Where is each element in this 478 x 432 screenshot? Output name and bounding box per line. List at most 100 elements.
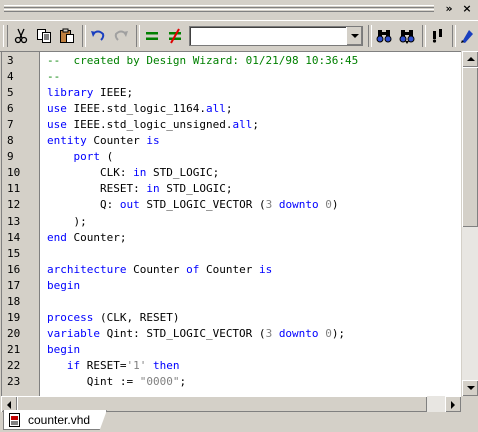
line-number: 19 <box>7 310 21 324</box>
document-tab-bar: counter.vhd <box>0 410 478 432</box>
line-number: 13 <box>7 214 21 228</box>
scroll-up-button[interactable] <box>462 51 478 67</box>
line-number: 21 <box>7 342 21 356</box>
code-line[interactable]: -- <box>47 70 60 83</box>
code-token: Counter; <box>66 230 127 244</box>
line-number: 3 <box>7 54 14 67</box>
code-token: Qint: STD_LOGIC_VECTOR ( <box>99 326 266 340</box>
code-token: ( <box>100 150 114 164</box>
code-token: all <box>232 118 253 132</box>
copy-icon[interactable] <box>33 26 55 46</box>
line-number: 9 <box>7 150 14 164</box>
compare-icon[interactable] <box>141 26 163 46</box>
code-token: if <box>66 358 81 372</box>
paste-icon[interactable] <box>56 26 78 46</box>
toolbar-separator <box>422 25 426 47</box>
scroll-down-button[interactable] <box>462 380 478 396</box>
tool-icon[interactable] <box>456 26 478 46</box>
code-line[interactable]: port ( <box>47 150 114 164</box>
code-token: is <box>258 262 273 276</box>
search-combo[interactable] <box>189 26 363 46</box>
code-line[interactable]: begin <box>47 279 80 292</box>
code-line[interactable]: architecture Counter of Counter is <box>47 263 272 276</box>
code-token: ; <box>252 118 259 132</box>
chevron-down-icon[interactable] <box>346 27 362 45</box>
code-line[interactable]: entity Counter is <box>47 134 160 147</box>
line-number: 14 <box>7 230 21 244</box>
title-grip <box>4 5 434 8</box>
code-line[interactable]: end Counter; <box>47 231 126 244</box>
code-token: begin <box>47 278 81 292</box>
code-token: architecture <box>47 262 127 276</box>
code-token: downto <box>278 198 319 212</box>
code-line[interactable]: use IEEE.std_logic_unsigned.all; <box>47 118 259 131</box>
code-line[interactable]: process (CLK, RESET) <box>47 311 179 324</box>
code-line[interactable]: RESET: in STD_LOGIC; <box>47 182 232 195</box>
code-line[interactable]: begin <box>47 343 80 356</box>
code-token: ) <box>331 198 339 212</box>
tab-counter-vhd[interactable]: counter.vhd <box>3 410 107 430</box>
vertical-scrollbar[interactable] <box>461 51 478 396</box>
vertical-scroll-thumb[interactable] <box>462 67 478 227</box>
code-token: (CLK, RESET) <box>93 310 180 324</box>
line-number: 20 <box>7 326 21 340</box>
code-token: ; <box>179 375 187 388</box>
code-token: -- <box>47 70 61 84</box>
code-token: ); <box>47 214 87 228</box>
code-line[interactable]: variable Qint: STD_LOGIC_VECTOR (3 downt… <box>47 327 345 340</box>
line-number: 11 <box>7 182 21 196</box>
bookmark-icon[interactable] <box>427 26 449 46</box>
code-token: STD_LOGIC_VECTOR ( <box>139 198 266 212</box>
code-line[interactable]: library IEEE; <box>47 86 133 99</box>
line-number: 6 <box>7 102 14 116</box>
line-number: 18 <box>7 294 21 308</box>
code-editor[interactable]: 3 4 5 6 7 8 9 10 11 12 13 14 15 16 17 18 19 20 21 22 23 -- c… <box>1 51 463 398</box>
find-next-icon[interactable] <box>396 26 418 46</box>
line-number: 8 <box>7 134 14 148</box>
code-line[interactable]: Q: out STD_LOGIC_VECTOR (3 downto 0) <box>47 198 338 211</box>
code-token: in <box>146 182 160 196</box>
line-number-gutter: 3 4 5 6 7 8 9 10 11 12 13 14 15 16 17 18 19 20 21 22 23 <box>2 52 40 397</box>
code-token: "0000" <box>139 375 180 388</box>
code-token: Qint := <box>47 375 140 388</box>
code-token: entity <box>47 134 87 148</box>
horizontal-scrollbar[interactable] <box>1 396 461 412</box>
code-token: Counter <box>199 262 259 276</box>
toolbar <box>0 20 478 52</box>
code-line[interactable]: Qint := "0000"; <box>47 375 186 388</box>
code-token: variable <box>47 326 100 340</box>
not-equal-icon[interactable] <box>164 26 186 46</box>
chevron-right-icon[interactable]: » <box>440 0 458 18</box>
redo-icon[interactable] <box>110 26 132 46</box>
vhdl-file-icon <box>8 412 22 427</box>
code-token: IEEE; <box>93 86 134 100</box>
code-line[interactable]: CLK: in STD_LOGIC; <box>47 166 219 179</box>
toolbar-separator <box>136 25 140 47</box>
code-token: use <box>47 102 67 116</box>
scrollbar-corner <box>461 396 478 412</box>
toolbar-separator <box>82 25 86 47</box>
line-number: 23 <box>7 375 21 388</box>
code-token: RESET= <box>80 358 127 372</box>
code-token: CLK: <box>47 166 134 180</box>
code-line[interactable]: ); <box>47 214 87 228</box>
code-token: in <box>133 166 147 180</box>
code-line[interactable]: if RESET='1' then <box>47 358 180 372</box>
close-icon[interactable]: × <box>458 0 476 18</box>
code-line[interactable]: use IEEE.std_logic_1164.all; <box>47 102 232 115</box>
scroll-left-button[interactable] <box>1 396 17 412</box>
undo-icon[interactable] <box>87 26 109 46</box>
code-token: '1' <box>126 358 147 372</box>
find-icon[interactable] <box>373 26 395 46</box>
cut-icon[interactable] <box>10 26 32 46</box>
scroll-right-button[interactable] <box>445 396 461 412</box>
line-number: 4 <box>7 70 14 84</box>
code-token: of <box>186 262 200 276</box>
toolbar-grip[interactable] <box>3 25 8 47</box>
horizontal-scroll-thumb[interactable] <box>17 396 427 412</box>
code-line[interactable]: -- created by Design Wizard: 01/21/98 10… <box>47 54 358 67</box>
line-number: 22 <box>7 358 21 372</box>
